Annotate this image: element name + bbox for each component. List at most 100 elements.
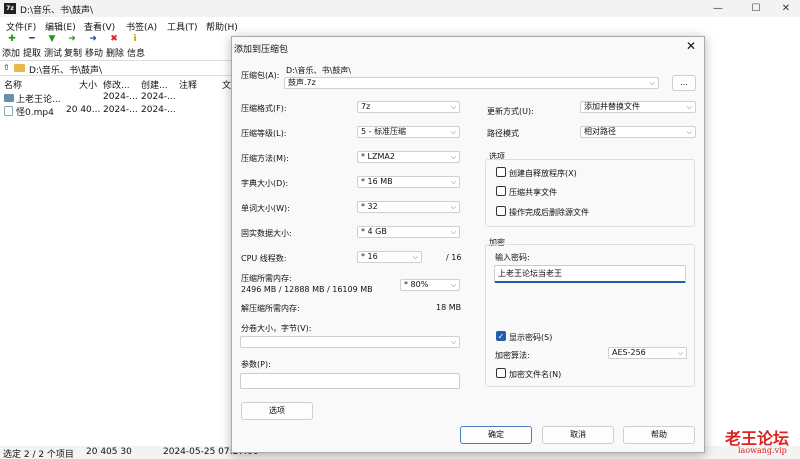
cpu-value: * 16	[361, 252, 378, 261]
sfx-label[interactable]: 创建自释放程序(X)	[509, 168, 577, 179]
word-value: * 32	[361, 202, 378, 211]
toolbar-test[interactable]: 测试	[44, 46, 62, 59]
method-value: * LZMA2	[361, 152, 395, 161]
chevron-down-icon: ⌵	[450, 228, 456, 236]
dialog-title: 添加到压缩包	[234, 45, 289, 55]
mem-percent-select[interactable]: * 80% ⌵	[400, 279, 460, 291]
toolbar-add[interactable]: 添加	[2, 46, 20, 59]
toolbar-move[interactable]: 移动	[85, 46, 103, 59]
options-button[interactable]: 选项	[241, 402, 313, 420]
format-value: 7z	[361, 102, 371, 111]
chevron-down-icon: ⌵	[412, 253, 418, 261]
menu-view[interactable]: 查看(V)	[84, 20, 115, 33]
folder-icon	[4, 94, 14, 102]
toolbar-info[interactable]: 信息	[127, 46, 145, 59]
enc-method-value: AES-256	[612, 348, 646, 357]
show-password-label[interactable]: 显示密码(S)	[509, 332, 552, 343]
ok-button[interactable]: 确定	[460, 426, 532, 444]
update-value: 添加并替换文件	[584, 102, 640, 111]
cpu-select[interactable]: * 16 ⌵	[357, 251, 422, 263]
shared-label[interactable]: 压缩共享文件	[509, 187, 557, 198]
dict-value: * 16 MB	[361, 177, 393, 186]
mem-comp-value: 2496 MB / 12888 MB / 16109 MB	[241, 285, 373, 294]
up-folder-icon[interactable]: ⇧	[3, 63, 10, 72]
toolbar: ✚ ━ ▼ ➜ ➜ ✖ ⅰ 添加 提取 测试 复制 移动 删除 信息	[0, 33, 235, 59]
menu-edit[interactable]: 编辑(E)	[45, 20, 76, 33]
address-bar[interactable]: ⇧ D:\音乐、书\鼓声\	[0, 60, 235, 76]
maximize-icon[interactable]: ☐	[746, 2, 766, 15]
delete-icon: ✖	[110, 34, 118, 44]
update-select[interactable]: 添加并替换文件 ⌵	[580, 101, 696, 113]
menu-help[interactable]: 帮助(H)	[206, 20, 238, 33]
dict-select[interactable]: * 16 MB ⌵	[357, 176, 460, 188]
row-created: 2024-...	[141, 105, 176, 115]
path-mode-select[interactable]: 相对路径 ⌵	[580, 126, 696, 138]
dict-label: 字典大小(D):	[241, 179, 289, 188]
params-input[interactable]	[240, 373, 460, 389]
column-created[interactable]: 创建...	[141, 78, 168, 91]
add-to-archive-dialog: 添加到压缩包 ✕ 压缩包(A): D:\音乐、书\鼓声\ 鼓声.7z ⌵ ... …	[231, 36, 705, 453]
column-size[interactable]: 大小	[79, 78, 97, 91]
chevron-down-icon: ⌵	[677, 349, 683, 357]
extract-icon: ━	[29, 34, 35, 44]
add-icon: ✚	[8, 34, 16, 44]
folder-icon	[14, 64, 25, 72]
show-password-checkbox[interactable]: ✓	[496, 331, 506, 341]
column-comment[interactable]: 注释	[179, 78, 197, 91]
window-title: D:\音乐、书\鼓声\	[20, 6, 94, 16]
shared-checkbox[interactable]	[496, 186, 506, 196]
app-icon: 7z	[4, 3, 16, 14]
menu-bookmarks[interactable]: 书签(A)	[126, 20, 157, 33]
column-extra[interactable]: 文	[222, 78, 231, 91]
chevron-down-icon: ⌵	[450, 153, 456, 161]
delete-source-label[interactable]: 操作完成后删除源文件	[509, 207, 589, 218]
enc-method-select[interactable]: AES-256 ⌵	[608, 347, 687, 359]
enc-method-label: 加密算法:	[495, 351, 530, 360]
mem-percent-value: * 80%	[404, 280, 429, 289]
chevron-down-icon: ⌵	[686, 128, 692, 136]
format-label: 压缩格式(F):	[241, 104, 287, 113]
toolbar-copy[interactable]: 复制	[64, 46, 82, 59]
browse-button[interactable]: ...	[672, 75, 696, 91]
column-name[interactable]: 名称	[4, 78, 22, 91]
solid-value: * 4 GB	[361, 227, 387, 236]
file-row[interactable]: 上老王论... 2024-... 2024-...	[0, 92, 235, 105]
chevron-down-icon: ⌵	[450, 103, 456, 111]
dialog-close-icon[interactable]: ✕	[686, 39, 696, 53]
row-modified: 2024-...	[103, 105, 138, 115]
close-window-icon[interactable]: ✕	[776, 2, 796, 15]
row-size: 20 40...	[66, 105, 101, 115]
row-created: 2024-...	[141, 92, 176, 102]
menu-tools[interactable]: 工具(T)	[167, 20, 198, 33]
format-select[interactable]: 7z ⌵	[357, 101, 460, 113]
solid-select[interactable]: * 4 GB ⌵	[357, 226, 460, 238]
toolbar-delete[interactable]: 删除	[106, 46, 124, 59]
copy-icon: ➜	[68, 34, 76, 44]
toolbar-extract[interactable]: 提取	[23, 46, 41, 59]
archive-name-combo[interactable]: 鼓声.7z ⌵	[284, 77, 659, 89]
password-input[interactable]: 上老王论坛当老王	[494, 265, 686, 283]
split-select[interactable]: ⌵	[240, 336, 460, 348]
level-select[interactable]: 5 - 标准压缩 ⌵	[357, 126, 460, 138]
mem-decomp-label: 解压缩所需内存:	[241, 304, 300, 313]
method-label: 压缩方法(M):	[241, 154, 289, 163]
method-select[interactable]: * LZMA2 ⌵	[357, 151, 460, 163]
address-path: D:\音乐、书\鼓声\	[29, 66, 103, 76]
status-selection: 选定 2 / 2 个项目	[3, 450, 74, 459]
cancel-button[interactable]: 取消	[542, 426, 614, 444]
params-label: 参数(P):	[241, 360, 271, 369]
word-select[interactable]: * 32 ⌵	[357, 201, 460, 213]
file-row[interactable]: 怪0.mp4 20 40... 2024-... 2024-...	[0, 105, 235, 118]
column-modified[interactable]: 修改...	[103, 78, 130, 91]
help-button[interactable]: 帮助	[623, 426, 695, 444]
minimize-icon[interactable]: —	[708, 2, 728, 15]
encrypt-names-label[interactable]: 加密文件名(N)	[509, 369, 561, 380]
info-icon: ⅰ	[133, 34, 137, 44]
archive-path: D:\音乐、书\鼓声\	[286, 66, 351, 75]
encrypt-names-checkbox[interactable]	[496, 368, 506, 378]
menu-file[interactable]: 文件(F)	[6, 20, 36, 33]
sfx-checkbox[interactable]	[496, 167, 506, 177]
archive-label: 压缩包(A):	[241, 71, 280, 80]
chevron-down-icon: ⌵	[450, 203, 456, 211]
delete-source-checkbox[interactable]	[496, 206, 506, 216]
